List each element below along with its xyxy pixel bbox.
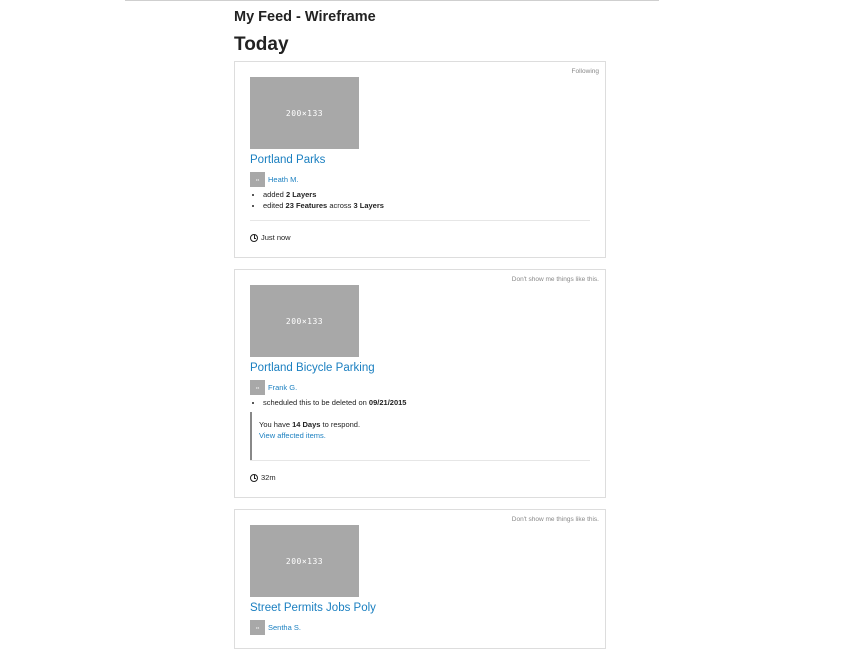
divider — [250, 220, 590, 221]
hide-similar-link[interactable]: Don't show me things like this. — [512, 516, 599, 523]
list-item: scheduled this to be deleted on 09/21/20… — [263, 397, 406, 408]
hide-similar-link[interactable]: Don't show me things like this. — [512, 276, 599, 283]
top-rule — [125, 0, 659, 1]
list-item: added 2 Layers — [263, 189, 384, 200]
page-title: My Feed - Wireframe — [234, 9, 376, 25]
author-link[interactable]: Frank G. — [268, 383, 297, 392]
timestamp: 32m — [250, 473, 276, 482]
feed-card: Don't show me things like this. 200×133 … — [234, 269, 606, 498]
author-row: 15 Sentha S. — [250, 620, 301, 635]
card-title-link[interactable]: Portland Bicycle Parking — [250, 362, 375, 374]
activity-list: added 2 Layers edited 23 Features across… — [250, 189, 384, 211]
author-row: 15 Frank G. — [250, 380, 297, 395]
deletion-notice: You have 14 Days to respond. View affect… — [250, 412, 450, 460]
list-item: edited 23 Features across 3 Layers — [263, 200, 384, 211]
avatar: 15 — [250, 620, 265, 635]
clock-icon — [250, 473, 258, 482]
clock-icon — [250, 233, 258, 242]
card-title-link[interactable]: Portland Parks — [250, 154, 325, 166]
activity-list: scheduled this to be deleted on 09/21/20… — [250, 397, 406, 408]
thumbnail-placeholder: 200×133 — [250, 285, 359, 357]
timestamp: Just now — [250, 233, 291, 242]
thumbnail-placeholder: 200×133 — [250, 77, 359, 149]
section-heading-today: Today — [234, 34, 289, 55]
avatar: 15 — [250, 172, 265, 187]
avatar: 15 — [250, 380, 265, 395]
following-label[interactable]: Following — [572, 68, 599, 75]
feed-card: Don't show me things like this. 200×133 … — [234, 509, 606, 649]
thumbnail-placeholder: 200×133 — [250, 525, 359, 597]
author-link[interactable]: Sentha S. — [268, 623, 301, 632]
divider — [250, 460, 590, 461]
feed-card: Following 200×133 Portland Parks 15 Heat… — [234, 61, 606, 258]
author-link[interactable]: Heath M. — [268, 175, 298, 184]
time-text: 32m — [261, 473, 276, 482]
view-affected-items-link[interactable]: View affected items. — [259, 431, 326, 440]
author-row: 15 Heath M. — [250, 172, 298, 187]
card-title-link[interactable]: Street Permits Jobs Poly — [250, 602, 376, 614]
time-text: Just now — [261, 233, 291, 242]
